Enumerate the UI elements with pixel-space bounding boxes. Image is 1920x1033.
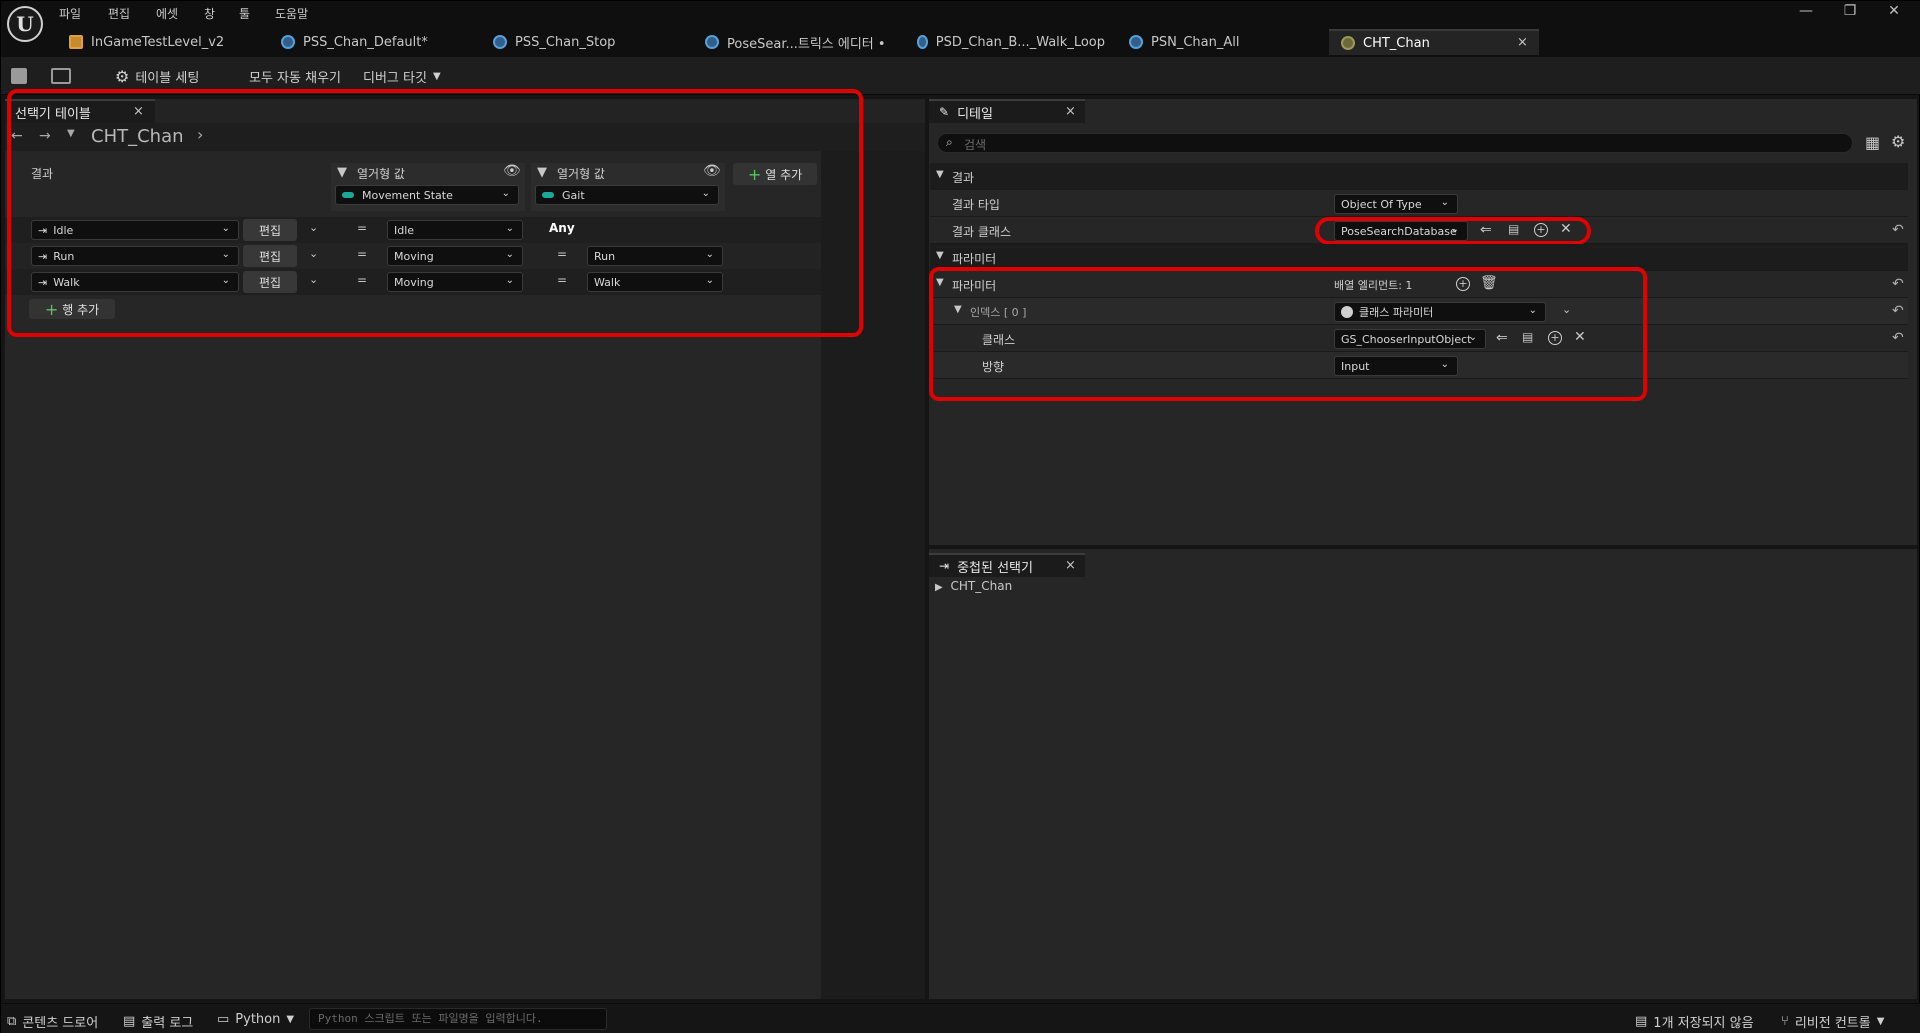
- content-drawer-icon: ⧉: [7, 1014, 17, 1029]
- settings-gear-icon[interactable]: ⚙: [1891, 132, 1905, 151]
- tab-label: PSS_Chan_Default*: [303, 34, 428, 50]
- section-result-header[interactable]: ▼ 결과: [930, 163, 1908, 190]
- tab-label: PoseSear...트릭스 에디터 •: [727, 36, 886, 52]
- tab-label: PSN_Chan_All: [1151, 34, 1240, 50]
- tab-label: PSS_Chan_Stop: [515, 34, 616, 50]
- tab-cht-chan[interactable]: CHT_Chan ×: [1329, 29, 1539, 55]
- autofill-all-label: 모두 자동 채우기: [249, 71, 341, 86]
- reset-to-default-icon[interactable]: ↶: [1892, 330, 1904, 346]
- pose-schema-icon: [493, 35, 507, 49]
- section-result-label: 결과: [952, 171, 975, 185]
- output-log-button[interactable]: ▤ 출력 로그: [123, 1012, 193, 1031]
- revision-control-label: 리비전 컨트롤: [1794, 1016, 1871, 1031]
- nested-item-label: CHT_Chan: [950, 579, 1013, 593]
- pose-search-icon: [705, 35, 719, 49]
- python-command-input[interactable]: Python 스크립트 또는 파일명을 입력합니다.: [309, 1008, 607, 1030]
- nested-chooser-icon: ⇥: [939, 559, 950, 573]
- content-drawer-button[interactable]: ⧉ 콘텐츠 드로어: [7, 1012, 98, 1031]
- pose-database-icon: [917, 35, 928, 49]
- table-settings-button[interactable]: ⚙ 테이블 세팅: [115, 67, 199, 86]
- autofill-all-button[interactable]: 모두 자동 채우기: [249, 67, 341, 86]
- highlight-box: [7, 89, 863, 337]
- pose-normalization-icon: [1129, 35, 1143, 49]
- close-window-icon[interactable]: ✕: [1879, 3, 1909, 19]
- collapse-triangle-icon[interactable]: ▼: [936, 250, 944, 261]
- unreal-logo-icon[interactable]: U: [7, 6, 43, 42]
- unsaved-assets-button[interactable]: ▤ 1개 저장되지 않음: [1635, 1012, 1754, 1031]
- highlight-box: [1315, 217, 1591, 245]
- debug-target-dropdown[interactable]: 디버그 타깃 ▼: [363, 67, 441, 86]
- menu-help[interactable]: 도움말: [275, 5, 308, 22]
- expand-triangle-icon[interactable]: ▶: [935, 582, 943, 593]
- revision-control-icon: ⑂: [1781, 1014, 1789, 1029]
- python-label: Python: [235, 1012, 281, 1027]
- output-log-label: 출력 로그: [141, 1016, 194, 1031]
- unsaved-icon: ▤: [1635, 1014, 1648, 1029]
- status-bar: ⧉ 콘텐츠 드로어 ▤ 출력 로그 ▭ Python ▼ Python 스크립트…: [1, 1003, 1920, 1033]
- chevron-down-icon: ▼: [286, 1014, 295, 1025]
- tab-psd-chan-walk-loop[interactable]: PSD_Chan_B..._Walk_Loop: [905, 29, 1105, 55]
- tab-details[interactable]: ✎ 디테일 ×: [929, 99, 1085, 123]
- result-type-dropdown[interactable]: Object Of Type ⌄: [1334, 194, 1458, 214]
- menu-asset[interactable]: 에셋: [156, 5, 178, 22]
- tab-label: PSD_Chan_B..._Walk_Loop: [935, 34, 1105, 50]
- nested-tab-label: 중첩된 선택기: [957, 560, 1033, 576]
- pencil-icon: ✎: [939, 105, 950, 119]
- reset-to-default-icon[interactable]: ↶: [1892, 276, 1904, 292]
- menu-edit[interactable]: 편집: [108, 5, 130, 22]
- tab-psn-chan-all[interactable]: PSN_Chan_All: [1117, 29, 1317, 55]
- reset-to-default-icon[interactable]: ↶: [1892, 303, 1904, 319]
- python-console-dropdown[interactable]: ▭ Python ▼: [217, 1012, 294, 1027]
- chevron-down-icon: ⌄: [1440, 197, 1449, 208]
- tab-posesearch-matrix-editor[interactable]: PoseSear...트릭스 에디터 •: [693, 29, 893, 55]
- chooser-table-icon: [1341, 36, 1355, 50]
- nested-tree-item[interactable]: ▶ CHT_Chan: [935, 579, 1012, 593]
- revision-control-button[interactable]: ⑂ 리비전 컨트롤 ▼: [1781, 1012, 1884, 1031]
- dropdown-value: Object Of Type: [1341, 197, 1422, 211]
- section-params-label: 파라미터: [952, 252, 997, 266]
- result-class-label: 결과 클래스: [952, 225, 1012, 239]
- highlight-box: [929, 267, 1647, 401]
- menu-file[interactable]: 파일: [59, 5, 81, 22]
- search-placeholder: 검색: [964, 138, 987, 152]
- close-tab-icon[interactable]: ×: [1517, 35, 1528, 50]
- details-tab-label: 디테일: [957, 106, 993, 122]
- close-details-tab-icon[interactable]: ×: [1065, 104, 1076, 119]
- view-options-icon[interactable]: ▦: [1865, 133, 1880, 152]
- chevron-down-icon: ▼: [1876, 1016, 1885, 1027]
- tab-ingametestlevel[interactable]: InGameTestLevel_v2: [57, 29, 257, 55]
- debug-target-label: 디버그 타깃: [363, 71, 427, 86]
- content-drawer-label: 콘텐츠 드로어: [22, 1016, 99, 1031]
- search-icon: ⌕: [946, 135, 953, 149]
- tab-pss-chan-stop[interactable]: PSS_Chan_Stop: [481, 29, 681, 55]
- minimize-icon[interactable]: —: [1791, 3, 1821, 19]
- tab-label: InGameTestLevel_v2: [91, 34, 225, 50]
- gear-icon: ⚙: [115, 67, 130, 86]
- nested-chooser-panel: ⇥ 중첩된 선택기 × ▶ CHT_Chan: [929, 549, 1917, 999]
- chevron-down-icon: ▼: [432, 71, 441, 82]
- tab-nested-choosers[interactable]: ⇥ 중첩된 선택기 ×: [929, 553, 1085, 577]
- table-settings-label: 테이블 세팅: [135, 71, 200, 86]
- browse-asset-icon[interactable]: [51, 68, 71, 84]
- collapse-triangle-icon[interactable]: ▼: [936, 169, 944, 180]
- title-bar: U 파일 편집 에셋 창 툴 도움말 — ❐ ✕ InGameTestLevel…: [1, 1, 1920, 57]
- reset-to-default-icon[interactable]: ↶: [1892, 222, 1904, 238]
- tab-pss-chan-default[interactable]: PSS_Chan_Default*: [269, 29, 469, 55]
- console-icon: ▭: [217, 1012, 230, 1027]
- save-icon[interactable]: [11, 68, 27, 84]
- pose-schema-icon: [281, 35, 295, 49]
- result-type-label: 결과 타입: [952, 198, 1000, 212]
- menu-window[interactable]: 창: [204, 5, 215, 22]
- result-type-row: 결과 타입 Object Of Type ⌄: [930, 190, 1908, 217]
- menu-tools[interactable]: 툴: [239, 5, 250, 22]
- tab-label: CHT_Chan: [1363, 35, 1430, 51]
- unsaved-label: 1개 저장되지 않음: [1653, 1016, 1754, 1031]
- level-icon: [69, 35, 83, 49]
- details-search-input[interactable]: ⌕ 검색: [937, 133, 1853, 153]
- output-log-icon: ▤: [123, 1014, 136, 1029]
- maximize-icon[interactable]: ❐: [1835, 3, 1865, 19]
- close-nested-tab-icon[interactable]: ×: [1065, 558, 1076, 573]
